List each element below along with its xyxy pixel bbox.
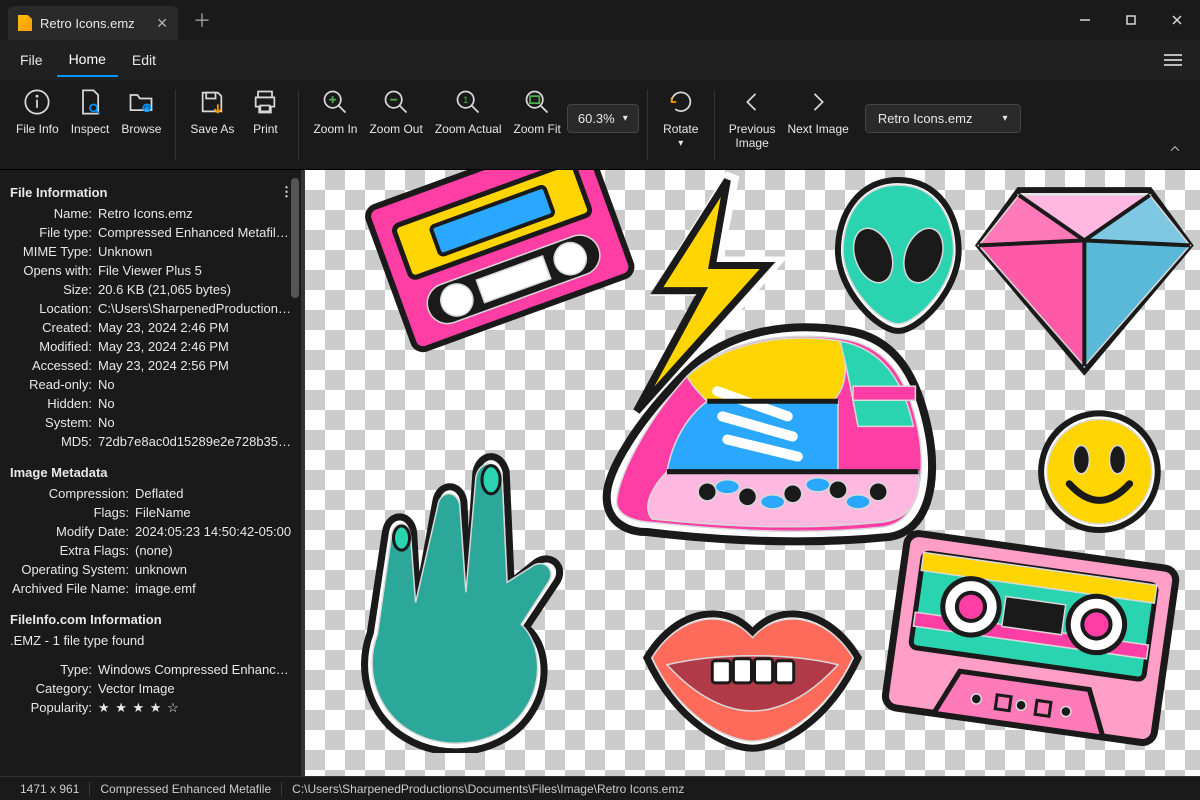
fic-category: Vector Image <box>98 681 295 696</box>
tab-title: Retro Icons.emz <box>40 16 135 31</box>
status-dimensions: 1471 x 961 <box>10 782 90 796</box>
chevron-down-icon: ▾ <box>623 113 628 124</box>
rotate-icon <box>667 88 695 116</box>
inspect-button[interactable]: Inspect <box>65 84 116 140</box>
browse-button[interactable]: Browse <box>115 84 167 140</box>
chevron-left-icon <box>738 88 766 116</box>
meta-archived: image.emf <box>135 581 295 596</box>
statusbar: 1471 x 961 Compressed Enhanced Metafile … <box>0 776 1200 800</box>
fileinfo-subtitle: .EMZ - 1 file type found <box>10 631 295 650</box>
zoom-actual-button[interactable]: 1 Zoom Actual <box>429 84 508 140</box>
info-accessed: May 23, 2024 2:56 PM <box>98 358 295 373</box>
menu-home[interactable]: Home <box>57 43 118 77</box>
minimize-button[interactable] <box>1062 0 1108 40</box>
info-created: May 23, 2024 2:46 PM <box>98 320 295 335</box>
hamburger-menu-icon[interactable] <box>1154 45 1192 75</box>
fileinfo-header: FileInfo.com Information <box>10 612 295 627</box>
menu-file[interactable]: File <box>8 44 55 76</box>
info-md5: 72db7e8ac0d15289e2e728b3593682... <box>98 434 295 449</box>
chevron-right-icon <box>804 88 832 116</box>
print-icon <box>251 88 279 116</box>
file-icon <box>18 15 32 31</box>
save-icon <box>198 88 226 116</box>
file-info-button[interactable]: File Info <box>10 84 65 140</box>
collapse-ribbon-button[interactable] <box>1158 132 1192 169</box>
image-viewer[interactable] <box>305 170 1200 776</box>
zoom-actual-icon: 1 <box>454 88 482 116</box>
rotate-button[interactable]: Rotate ▾ <box>656 84 706 153</box>
new-tab-button[interactable]: ＋ <box>188 7 216 33</box>
fic-popularity: ★ ★ ★ ★ ☆ <box>98 700 295 716</box>
meta-modify-date: 2024:05:23 14:50:42-05:00 <box>135 524 295 539</box>
info-mime: Unknown <box>98 244 295 259</box>
image-content <box>305 170 1200 753</box>
zoom-out-icon <box>382 88 410 116</box>
window-controls <box>1062 0 1200 40</box>
zoom-in-icon <box>321 88 349 116</box>
info-opens-with: File Viewer Plus 5 <box>98 263 295 278</box>
meta-os: unknown <box>135 562 295 577</box>
zoom-in-button[interactable]: Zoom In <box>307 84 363 140</box>
folder-icon <box>127 88 155 116</box>
zoom-level-select[interactable]: 60.3% ▾ <box>567 104 639 133</box>
zoom-fit-icon <box>523 88 551 116</box>
save-as-button[interactable]: Save As <box>184 84 240 140</box>
status-filetype: Compressed Enhanced Metafile <box>90 782 282 796</box>
fic-type: Windows Compressed Enhanced ... <box>98 662 295 677</box>
info-sidebar: File Information ⋮ Name:Retro Icons.emz … <box>0 170 305 776</box>
content-area: File Information ⋮ Name:Retro Icons.emz … <box>0 170 1200 776</box>
image-metadata-header: Image Metadata <box>10 465 295 480</box>
titlebar: Retro Icons.emz ✕ ＋ <box>0 0 1200 40</box>
scrollbar-thumb[interactable] <box>291 178 299 298</box>
zoom-fit-button[interactable]: Zoom Fit <box>508 84 567 140</box>
info-size: 20.6 KB (21,065 bytes) <box>98 282 295 297</box>
inspect-icon <box>76 88 104 116</box>
info-readonly: No <box>98 377 295 392</box>
info-name: Retro Icons.emz <box>98 206 295 221</box>
status-path: C:\Users\SharpenedProductions\Documents\… <box>282 782 694 796</box>
info-system: No <box>98 415 295 430</box>
zoom-out-button[interactable]: Zoom Out <box>363 84 428 140</box>
print-button[interactable]: Print <box>240 84 290 140</box>
ribbon: File Info Inspect Browse Save As Print Z… <box>0 80 1200 170</box>
previous-image-button[interactable]: Previous Image <box>723 84 782 155</box>
meta-extra-flags: (none) <box>135 543 295 558</box>
tab-close-icon[interactable]: ✕ <box>156 15 168 32</box>
info-filetype: Compressed Enhanced Metafile (.e... <box>98 225 295 240</box>
chevron-down-icon: ▾ <box>1002 113 1007 124</box>
close-button[interactable] <box>1154 0 1200 40</box>
info-icon <box>23 88 51 116</box>
next-image-button[interactable]: Next Image <box>781 84 854 140</box>
info-location: C:\Users\SharpenedProductions\D... <box>98 301 295 316</box>
file-information-header: File Information ⋮ <box>10 184 295 200</box>
chevron-down-icon: ▾ <box>678 138 683 149</box>
info-modified: May 23, 2024 2:46 PM <box>98 339 295 354</box>
menu-edit[interactable]: Edit <box>120 44 168 76</box>
info-hidden: No <box>98 396 295 411</box>
tab-active[interactable]: Retro Icons.emz ✕ <box>8 6 178 40</box>
meta-flags: FileName <box>135 505 295 520</box>
svg-text:1: 1 <box>463 95 468 105</box>
file-select-dropdown[interactable]: Retro Icons.emz ▾ <box>865 104 1021 133</box>
maximize-button[interactable] <box>1108 0 1154 40</box>
meta-compression: Deflated <box>135 486 295 501</box>
menubar: File Home Edit <box>0 40 1200 80</box>
